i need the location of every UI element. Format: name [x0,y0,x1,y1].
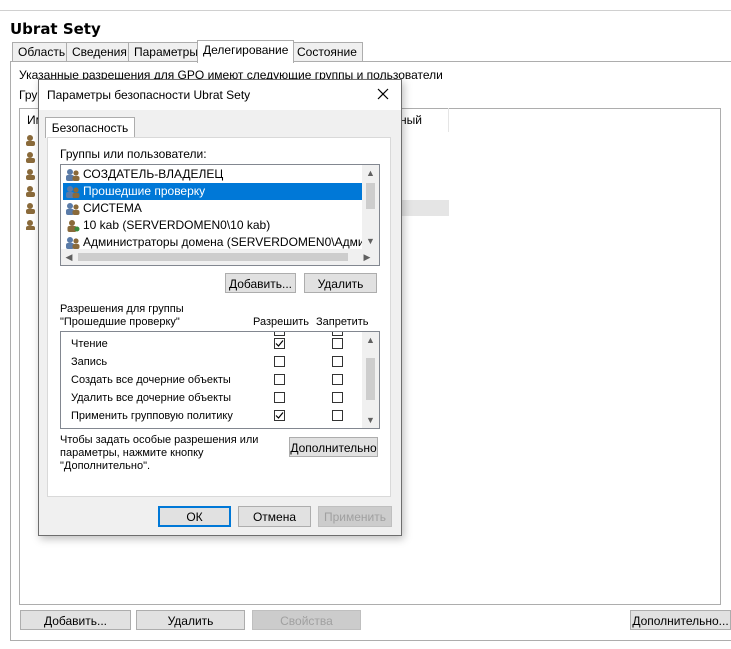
permissions-listbox[interactable]: Чтение Запись Создать все дочерние объек… [60,331,380,429]
dialog-add-button[interactable]: Добавить... [225,273,296,293]
list-item[interactable]: СИСТЕМА [63,200,362,217]
groups-label: Группы или пользователи: [60,147,207,161]
scroll-down-icon[interactable]: ▼ [362,414,379,426]
security-dialog: Параметры безопасности Ubrat Sety Безопа… [38,79,402,536]
deny-checkbox-write[interactable] [332,356,343,367]
allow-checkbox-delete-children[interactable] [274,392,285,403]
cancel-button[interactable]: Отмена [238,506,311,527]
list-row-highlight [400,200,449,216]
ok-button[interactable]: ОК [158,506,231,527]
allow-checkbox-read[interactable] [274,338,285,349]
group-icon [66,169,80,181]
apply-button[interactable]: Применить [318,506,392,527]
list-item-selected[interactable]: Прошедшие проверку [63,183,362,200]
permission-name: Запись [71,356,108,368]
allow-header: Разрешить [253,316,309,328]
tab-scope[interactable]: Область [12,42,72,62]
scroll-right-icon[interactable]: ▶ [361,251,373,263]
permission-name: Удалить все дочерние объекты [71,392,232,404]
permission-name: Применить групповую политику [71,410,233,422]
special-perms-text-3: "Дополнительно". [60,460,151,472]
deny-checkbox-read[interactable] [332,338,343,349]
tab-details[interactable]: Сведения [66,42,133,62]
allow-checkbox-apply-policy[interactable] [274,410,285,421]
tab-delegation[interactable]: Делегирование [197,40,295,63]
groups-listbox[interactable]: СОЗДАТЕЛЬ-ВЛАДЕЛЕЦ Прошедшие проверку СИ… [60,164,380,266]
close-icon[interactable] [375,86,391,102]
groups-hscrollbar[interactable]: ◀ ▶ [61,249,379,265]
column-divider [448,108,449,132]
dialog-advanced-button[interactable]: Дополнительно [289,437,378,457]
group-icon [66,186,80,198]
group-name: Прошедшие проверку [83,184,206,198]
tab-status[interactable]: Состояние [291,42,363,62]
list-group-icons [26,134,38,233]
window-top-border [0,10,731,11]
tab-settings[interactable]: Параметры [128,42,204,62]
allow-checkbox-write[interactable] [274,356,285,367]
scroll-up-icon[interactable]: ▲ [362,167,379,179]
group-name: СОЗДАТЕЛЬ-ВЛАДЕЛЕЦ [83,167,224,181]
deny-checkbox-delete-children[interactable] [332,392,343,403]
groups-vscrollbar[interactable]: ▲ ▼ [362,165,379,249]
user-icon [67,220,80,232]
deny-checkbox-apply-policy[interactable] [332,410,343,421]
group-icon [66,237,80,249]
scroll-thumb[interactable] [366,358,375,400]
allow-checkbox-create-children[interactable] [274,374,285,385]
scroll-thumb[interactable] [366,183,375,209]
permission-name: Создать все дочерние объекты [71,374,231,386]
group-name: СИСТЕМА [83,201,142,215]
group-icon [66,203,80,215]
perms-label-line2: "Прошедшие проверку" [60,316,180,328]
special-perms-text-2: параметры, нажмите кнопку [60,447,204,459]
dialog-remove-button[interactable]: Удалить [304,273,377,293]
remove-button[interactable]: Удалить [136,610,245,630]
deny-checkbox-create-children[interactable] [332,374,343,385]
hscroll-thumb[interactable] [78,253,348,261]
special-perms-text-1: Чтобы задать особые разрешения или [60,434,259,446]
group-name: Администраторы домена (SERVERDOMEN0\Адми… [83,235,362,249]
add-button[interactable]: Добавить... [20,610,131,630]
list-item[interactable]: СОЗДАТЕЛЬ-ВЛАДЕЛЕЦ [63,166,362,183]
scroll-up-icon[interactable]: ▲ [362,334,379,346]
group-name: 10 kab (SERVERDOMEN0\10 kab) [83,218,271,232]
deny-checkbox-partial[interactable] [332,332,343,336]
scroll-down-icon[interactable]: ▼ [362,235,379,247]
perms-vscrollbar[interactable]: ▲ ▼ [362,332,379,428]
perms-label-line1: Разрешения для группы [60,303,184,315]
advanced-button[interactable]: Дополнительно... [630,610,731,630]
deny-header: Запретить [316,316,369,328]
list-item[interactable]: 10 kab (SERVERDOMEN0\10 kab) [63,217,362,234]
gpo-title: Ubrat Sety [10,20,101,38]
column-inherited-header[interactable]: ный [400,113,422,127]
permission-name: Чтение [71,338,108,350]
dialog-title: Параметры безопасности Ubrat Sety [47,88,251,102]
scroll-left-icon[interactable]: ◀ [63,251,75,263]
allow-checkbox-partial[interactable] [274,332,285,336]
tab-security[interactable]: Безопасность [45,117,135,138]
properties-button[interactable]: Свойства [252,610,361,630]
